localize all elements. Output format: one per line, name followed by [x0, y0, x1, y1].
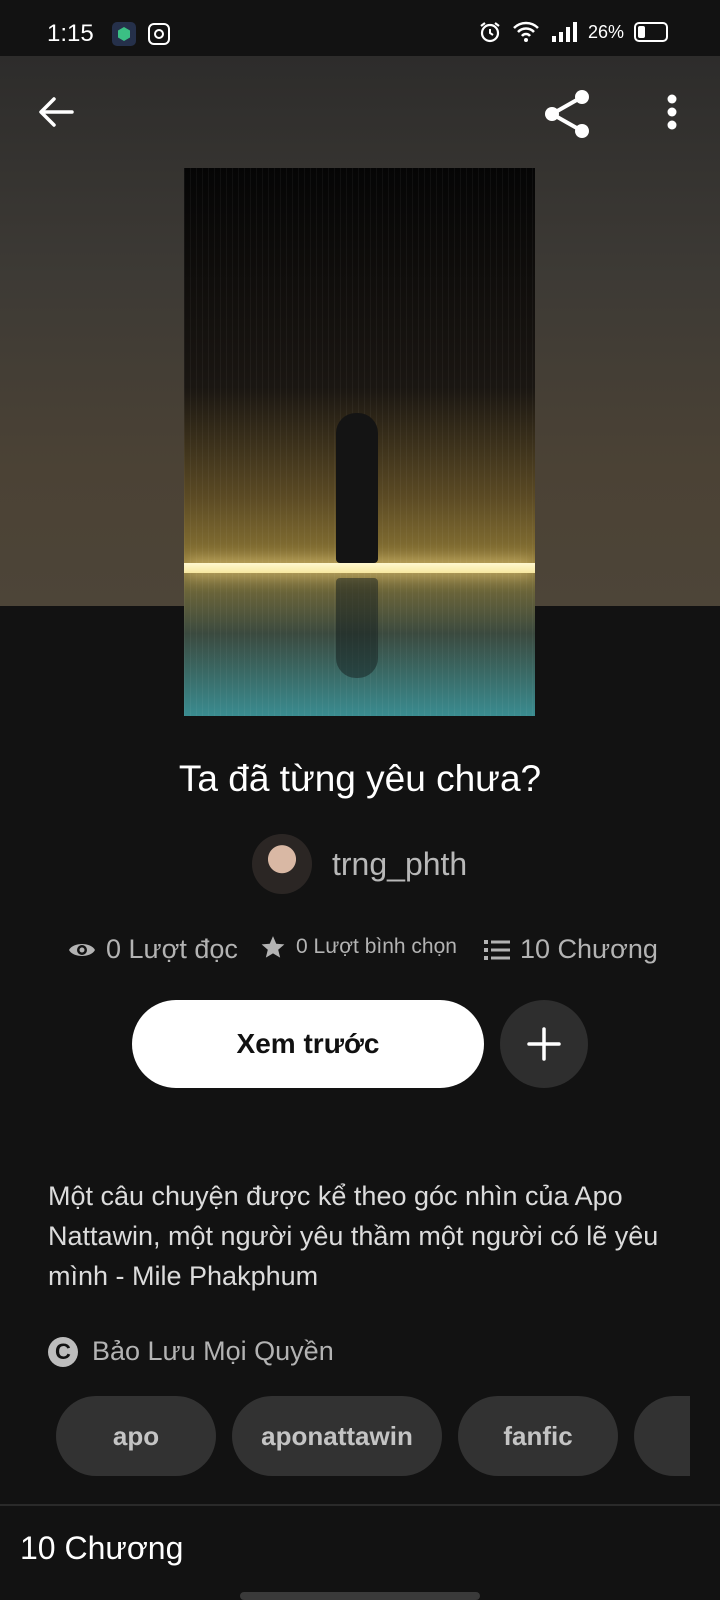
tag-chip[interactable]: aponattawin	[232, 1396, 442, 1476]
security-app-icon	[112, 22, 136, 46]
parts-count: 10 Chương	[520, 934, 658, 964]
eye-icon	[69, 943, 95, 956]
battery-percent: 26%	[587, 21, 624, 42]
add-to-library-button[interactable]	[500, 1000, 588, 1088]
status-right: 26%	[478, 20, 668, 44]
signal-icon	[551, 22, 577, 42]
author-link[interactable]: trng_phth	[252, 834, 467, 894]
list-icon	[484, 939, 510, 960]
battery-icon	[634, 22, 668, 42]
more-options-button[interactable]	[650, 88, 694, 136]
tag-chip[interactable]: fanfic	[458, 1396, 618, 1476]
preview-button[interactable]: Xem trước	[132, 1000, 484, 1088]
wifi-icon	[513, 21, 539, 42]
reads-stat: 0 Lượt đọc	[68, 934, 238, 965]
tag-list: apo aponattawin fanfic	[56, 1396, 690, 1476]
cover-figure	[336, 413, 378, 563]
copyright-label: Bảo Lưu Mọi Quyền	[92, 1336, 334, 1366]
votes-count: 0 Lượt bình chọn	[296, 935, 457, 958]
share-button[interactable]	[538, 84, 598, 144]
votes-stat: 0 Lượt bình chọn	[260, 934, 457, 960]
alarm-icon	[480, 22, 500, 43]
story-title: Ta đã từng yêu chưa?	[178, 758, 542, 799]
tag-chip[interactable]	[634, 1396, 690, 1476]
plus-icon	[527, 1027, 561, 1061]
status-bar: 1:15 26%	[0, 0, 720, 56]
copyright-icon: C	[48, 1336, 78, 1367]
reads-count: 0 Lượt đọc	[106, 934, 238, 964]
story-description: Một câu chuyện được kể theo góc nhìn của…	[48, 1181, 659, 1291]
divider	[0, 1504, 720, 1506]
instagram-icon	[148, 23, 170, 45]
back-button[interactable]	[30, 86, 82, 138]
home-indicator[interactable]	[240, 1592, 480, 1600]
star-icon	[261, 936, 285, 958]
status-time: 1:15	[47, 20, 94, 47]
author-name: trng_phth	[332, 845, 468, 882]
cover-reflection	[336, 578, 378, 678]
more-vertical-icon	[667, 94, 677, 130]
chapters-section-title[interactable]: 10 Chương	[20, 1530, 183, 1567]
story-cover-image[interactable]	[184, 168, 535, 716]
tag-chip[interactable]: apo	[56, 1396, 216, 1476]
story-stats: 0 Lượt đọc 0 Lượt bình chọn 10 Chương	[68, 934, 668, 974]
arrow-left-icon	[39, 97, 74, 127]
avatar	[252, 834, 312, 894]
share-icon	[545, 90, 589, 138]
parts-stat: 10 Chương	[484, 934, 658, 965]
copyright-notice: C Bảo Lưu Mọi Quyền	[48, 1336, 334, 1367]
cover-light-line	[184, 563, 535, 573]
